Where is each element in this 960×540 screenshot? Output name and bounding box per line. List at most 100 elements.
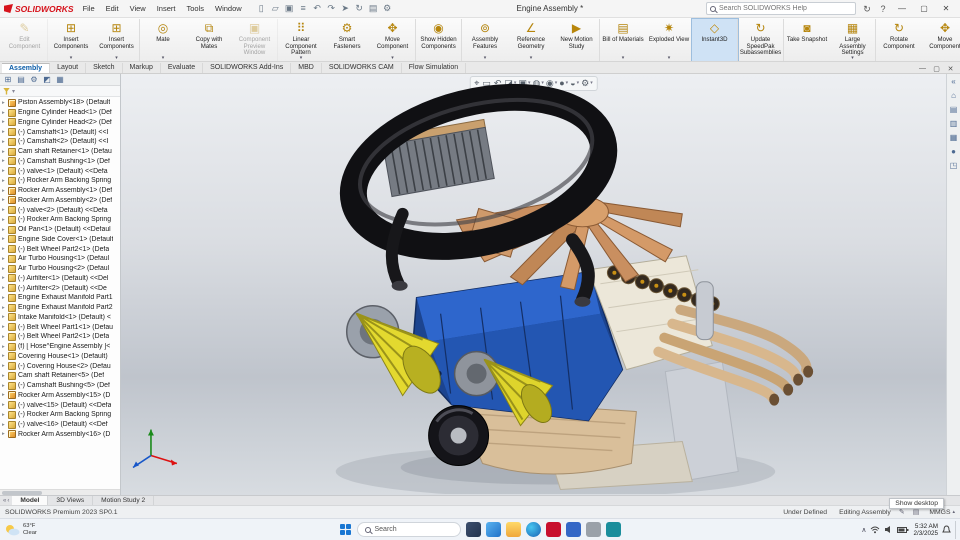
doc-close-button[interactable]: ✕: [945, 65, 956, 73]
tree-item[interactable]: ▸ (-) Camshaft<1> (Default) <<I: [0, 127, 120, 137]
command-tab[interactable]: Sketch: [86, 63, 123, 73]
ribbon-button[interactable]: ∠ Reference Geometry ▾: [508, 19, 554, 61]
scroll-tabs-left-icon[interactable]: ‹: [7, 498, 9, 504]
document-tab[interactable]: 3D Views: [48, 496, 94, 505]
help-search-box[interactable]: [706, 2, 856, 15]
solidworks-resources-icon[interactable]: ⌂: [948, 90, 959, 101]
tree-item[interactable]: ▸ (-) valve<16> (Default) <<Def: [0, 420, 120, 430]
notifications-icon[interactable]: [942, 525, 951, 534]
ribbon-button[interactable]: ⚙ Smart Fasteners: [324, 19, 370, 61]
command-tab[interactable]: SOLIDWORKS CAM: [322, 63, 402, 73]
taskbar-search[interactable]: Search: [356, 522, 461, 537]
ribbon-button[interactable]: ▦ Large Assembly Settings ▾: [830, 19, 876, 61]
menu-item[interactable]: Window: [210, 2, 247, 15]
tree-item[interactable]: ▸ (-) Airfilter<2> (Default) <<De: [0, 283, 120, 293]
tree-item[interactable]: ▸ (-) Rocker Arm Backing Spring: [0, 410, 120, 420]
tree-item[interactable]: ▸ (-) valve<15> (Default) <<Defa: [0, 400, 120, 410]
app-icon-blue[interactable]: [565, 522, 581, 537]
tree-item[interactable]: ▸ Engine Cylinder Head<2> (Def: [0, 118, 120, 128]
tree-item[interactable]: ▸ (f) [ Hose^Engine Assembly ]<: [0, 342, 120, 352]
solidworks-taskbar-icon[interactable]: [545, 522, 561, 537]
tree-item[interactable]: ▸ (-) Belt Wheel Part1<1> (Defau: [0, 322, 120, 332]
command-tab[interactable]: Assembly: [2, 63, 51, 73]
scroll-tabs-start-icon[interactable]: «: [3, 498, 6, 504]
edit-sketch-icon[interactable]: ✎: [899, 508, 905, 516]
save-icon[interactable]: ▣: [283, 2, 296, 15]
clock[interactable]: 5:32 AM 2/3/2025: [913, 523, 938, 537]
design-library-icon[interactable]: ▤: [948, 104, 959, 115]
open-file-icon[interactable]: ▱: [269, 2, 282, 15]
ribbon-button[interactable]: ◉ Show Hidden Components: [416, 19, 462, 61]
volume-icon[interactable]: [884, 525, 893, 534]
menu-item[interactable]: Tools: [181, 2, 209, 15]
tree-item[interactable]: ▸ (-) valve<2> (Default) <<Defa: [0, 205, 120, 215]
tree-item[interactable]: ▸ (-) Belt Wheel Part2<1> (Defa: [0, 332, 120, 342]
engine-3d-model[interactable]: [121, 74, 946, 495]
tree-item[interactable]: ▸ Rocker Arm Assembly<16> (D: [0, 430, 120, 440]
ribbon-button[interactable]: ◙ Take Snapshot: [784, 19, 830, 61]
options-icon[interactable]: ⚙: [381, 2, 394, 15]
ribbon-button[interactable]: ⊞ Insert Components ▾: [94, 19, 140, 61]
tree-item[interactable]: ▸ (-) Rocker Arm Backing Spring: [0, 215, 120, 225]
tree-item[interactable]: ▸ Piston Assembly<18> (Default: [0, 98, 120, 108]
tree-item[interactable]: ▸ (-) valve<1> (Default) <<Defa: [0, 166, 120, 176]
widgets-icon[interactable]: [485, 522, 501, 537]
tree-item[interactable]: ▸ Rocker Arm Assembly<2> (Def: [0, 196, 120, 206]
minimize-button[interactable]: —: [892, 1, 912, 17]
ribbon-button[interactable]: ⊞ Insert Components ▾: [48, 19, 94, 61]
wifi-icon[interactable]: [870, 525, 880, 534]
doc-restore-button[interactable]: ▢: [931, 65, 942, 73]
ribbon-button[interactable]: ▤ Bill of Materials ▾: [600, 19, 646, 61]
tree-item[interactable]: ▸ Covering House<1> (Default): [0, 352, 120, 362]
new-file-icon[interactable]: ▯: [255, 2, 268, 15]
appearances-scenes-icon[interactable]: ●: [948, 146, 959, 157]
command-tab[interactable]: Markup: [123, 63, 161, 73]
task-view-icon[interactable]: [465, 522, 481, 537]
configuration-manager-tab-icon[interactable]: ⚙: [28, 74, 40, 85]
custom-properties-icon[interactable]: ◳: [948, 160, 959, 171]
tree-item[interactable]: ▸ Rocker Arm Assembly<15> (D: [0, 391, 120, 401]
tree-horizontal-scrollbar[interactable]: [0, 489, 120, 495]
file-explorer-pane-icon[interactable]: ▥: [948, 118, 959, 129]
ribbon-button[interactable]: ✷ Exploded View ▾: [646, 19, 692, 61]
tree-item[interactable]: ▸ (-) Airfilter<1> (Default) <<Del: [0, 274, 120, 284]
help-search-input[interactable]: [719, 5, 852, 12]
tree-item[interactable]: ▸ Engine Cylinder Head<1> (Def: [0, 108, 120, 118]
tree-item[interactable]: ▸ Cam shaft Retainer<5> (Def: [0, 371, 120, 381]
scrollbar-thumb[interactable]: [2, 491, 42, 495]
unit-system-selector[interactable]: MMGS ▴: [929, 509, 955, 516]
filter-chevron-icon[interactable]: ▾: [12, 88, 15, 95]
select-arrow-icon[interactable]: ➤: [339, 2, 352, 15]
app-icon-teal[interactable]: [605, 522, 621, 537]
menu-item[interactable]: Edit: [101, 2, 124, 15]
tree-item[interactable]: ▸ (-) Belt Wheel Part2<1> (Defa: [0, 244, 120, 254]
doc-minimize-button[interactable]: —: [917, 65, 928, 73]
tray-overflow-icon[interactable]: ∧: [861, 526, 866, 534]
tree-item[interactable]: ▸ (-) Camshaft Bushing<5> (Def: [0, 381, 120, 391]
graphics-viewport[interactable]: ⌖ ▭ ↶ ◪ ▾ ▣ ▾ ◍ ▾ ◉ ▾ ● ▾ ◒ ▾ ⚙ ▾: [121, 74, 946, 495]
ribbon-button[interactable]: ▣ Component Preview Window: [232, 19, 278, 61]
tree-item[interactable]: ▸ Engine Exhaust Manifold Part1: [0, 293, 120, 303]
edge-icon[interactable]: [525, 522, 541, 537]
command-tab[interactable]: Layout: [50, 63, 87, 73]
collapse-pane-icon[interactable]: «: [948, 76, 959, 87]
menu-item[interactable]: View: [125, 2, 151, 15]
tree-item[interactable]: ▸ Cam shaft Retainer<1> (Defau: [0, 147, 120, 157]
sheet-icon[interactable]: ▤: [913, 508, 920, 516]
tree-item[interactable]: ▸ Engine Exhaust Manifold Part2: [0, 303, 120, 313]
file-explorer-icon[interactable]: [505, 522, 521, 537]
ribbon-button[interactable]: ✎ Edit Component: [2, 19, 48, 61]
command-tab[interactable]: Evaluate: [161, 63, 204, 73]
ribbon-button[interactable]: ↻ Update SpeedPak Subassemblies: [738, 19, 784, 61]
command-tab[interactable]: SOLIDWORKS Add-Ins: [203, 63, 292, 73]
ribbon-button[interactable]: ▶ New Motion Study: [554, 19, 600, 61]
ribbon-button[interactable]: ◇ Instant3D: [691, 18, 739, 61]
ribbon-button[interactable]: ⊚ Assembly Features ▾: [462, 19, 508, 61]
ribbon-button[interactable]: ✥ Move Component: [922, 19, 960, 61]
close-button[interactable]: ✕: [936, 1, 956, 17]
tree-item[interactable]: ▸ Air Turbo Housing<1> (Defaul: [0, 254, 120, 264]
view-palette-icon[interactable]: ▦: [948, 132, 959, 143]
document-tab[interactable]: Model: [12, 496, 49, 505]
tree-item[interactable]: ▸ (-) Covering House<2> (Defau: [0, 361, 120, 371]
ribbon-button[interactable]: ⧉ Copy with Mates: [186, 19, 232, 61]
